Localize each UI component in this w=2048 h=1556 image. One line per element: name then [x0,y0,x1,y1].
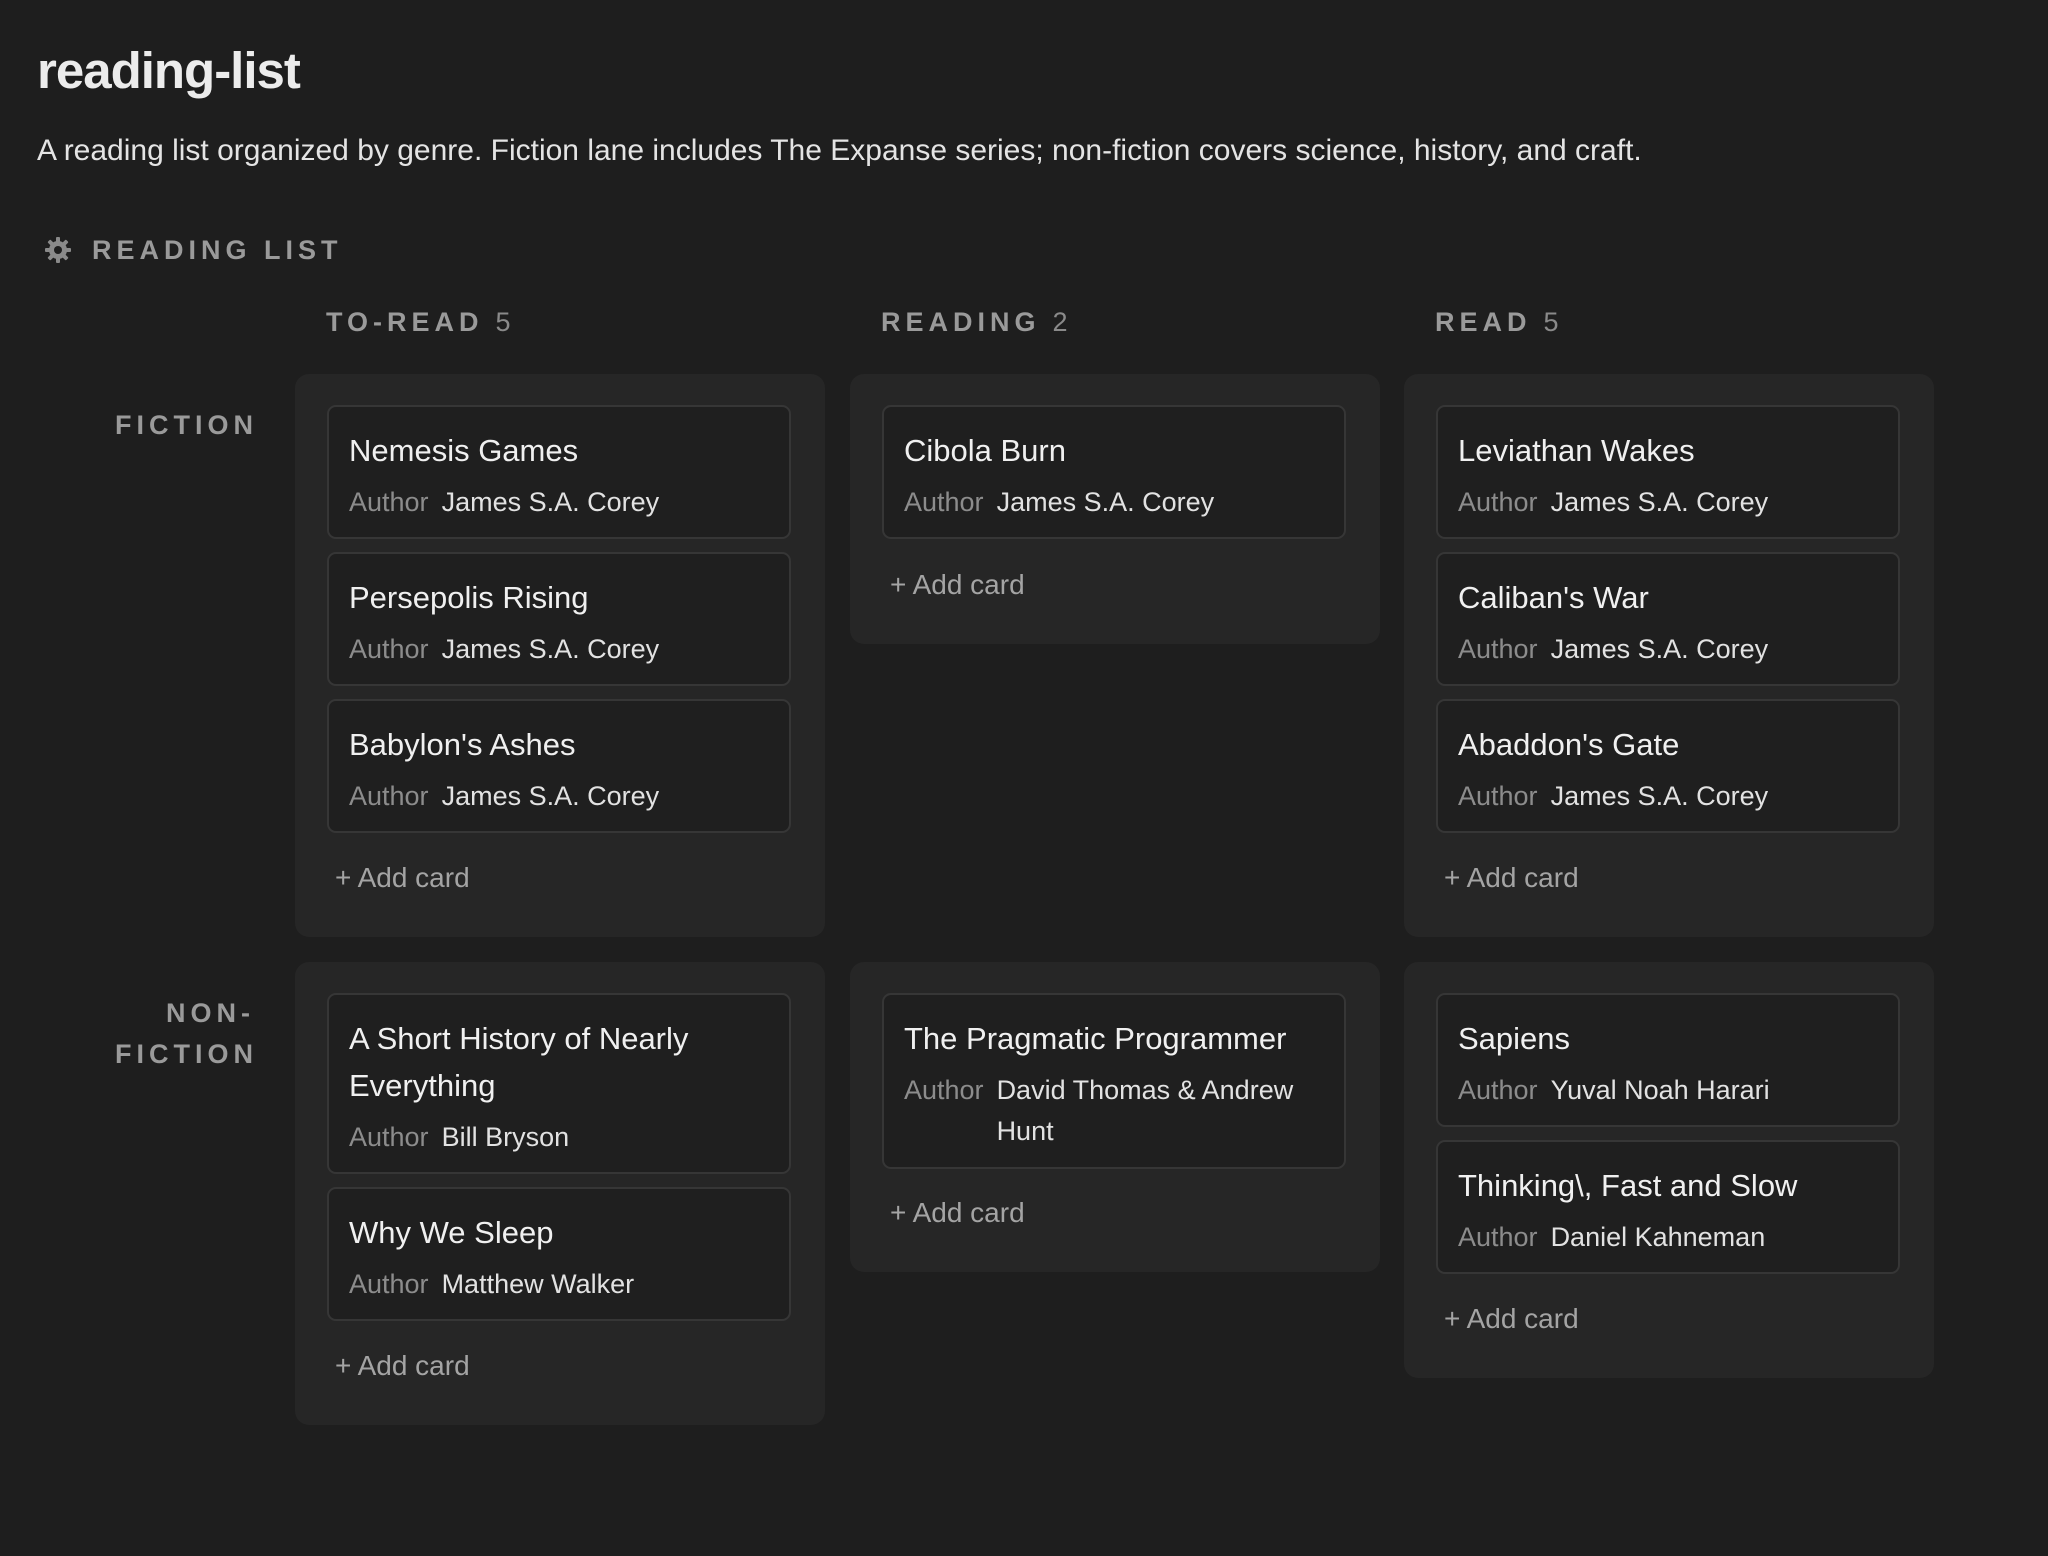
card[interactable]: Caliban's War Author James S.A. Corey [1436,552,1900,686]
row-label-line: NON- [166,998,255,1028]
card-title: Abaddon's Gate [1458,727,1680,762]
column-count: 5 [1543,306,1561,337]
card-title: The Pragmatic Programmer [904,1021,1287,1056]
page-title: reading-list [37,42,301,99]
card-title: Caliban's War [1458,580,1649,615]
card-title: Why We Sleep [349,1215,554,1250]
card-author-property: Author James S.A. Corey [904,482,1328,523]
card-title: A Short History of Nearly Everything [349,1021,689,1103]
cell-fiction-reading: Cibola Burn Author James S.A. Corey + Ad… [850,374,1380,644]
card-author-property: Author Daniel Kahneman [1458,1217,1882,1258]
property-label: Author [1458,1075,1538,1105]
add-card-button[interactable]: + Add card [335,858,470,898]
row-label-non-fiction: NON- FICTION [115,993,255,1075]
card[interactable]: Sapiens Author Yuval Noah Harari [1436,993,1900,1127]
property-label: Author [349,1122,429,1152]
author-value: James S.A. Corey [1550,634,1769,664]
card-title: Babylon's Ashes [349,727,576,762]
property-label: Author [1458,487,1538,517]
author-value: James S.A. Corey [441,487,660,517]
author-value: James S.A. Corey [441,781,660,811]
add-card-button[interactable]: + Add card [890,1193,1025,1233]
card-title: Leviathan Wakes [1458,433,1695,468]
author-value: James S.A. Corey [1550,781,1769,811]
property-label: Author [1458,634,1538,664]
card-author-property: Author James S.A. Corey [1458,482,1882,523]
author-value: Matthew Walker [441,1269,635,1299]
card[interactable]: Thinking\, Fast and Slow Author Daniel K… [1436,1140,1900,1274]
page-description: A reading list organized by genre. Ficti… [37,134,1642,167]
board-title: READING LIST [92,234,343,265]
property-label: Author [349,781,429,811]
card[interactable]: Leviathan Wakes Author James S.A. Corey [1436,405,1900,539]
property-label: Author [349,1269,429,1299]
card-author-property: Author Bill Bryson [349,1117,773,1158]
gear-icon[interactable] [44,236,72,264]
column-count: 5 [495,306,513,337]
property-label: Author [1458,781,1538,811]
card[interactable]: Why We Sleep Author Matthew Walker [327,1187,791,1321]
property-label: Author [904,1075,984,1105]
row-label-line: FICTION [115,410,258,440]
author-value: Yuval Noah Harari [1550,1075,1770,1105]
author-value: James S.A. Corey [1550,487,1769,517]
card-title: Cibola Burn [904,433,1066,468]
author-value: James S.A. Corey [996,487,1215,517]
card[interactable]: Babylon's Ashes Author James S.A. Corey [327,699,791,833]
card-author-property: Author James S.A. Corey [1458,776,1882,817]
card[interactable]: Abaddon's Gate Author James S.A. Corey [1436,699,1900,833]
cell-fiction-to-read: Nemesis Games Author James S.A. Corey Pe… [295,374,825,937]
cell-non-fiction-read: Sapiens Author Yuval Noah Harari Thinkin… [1404,962,1934,1378]
property-label: Author [904,487,984,517]
card[interactable]: A Short History of Nearly Everything Aut… [327,993,791,1174]
cell-non-fiction-to-read: A Short History of Nearly Everything Aut… [295,962,825,1425]
card[interactable]: Nemesis Games Author James S.A. Corey [327,405,791,539]
column-name: READING [881,306,1041,337]
property-label: Author [349,487,429,517]
card-author-property: Author Yuval Noah Harari [1458,1070,1882,1111]
property-label: Author [1458,1222,1538,1252]
card-author-property: Author James S.A. Corey [349,629,773,670]
column-header-read[interactable]: READ 5 [1435,300,1561,344]
column-header-reading[interactable]: READING 2 [881,300,1070,344]
column-header-to-read[interactable]: TO-READ 5 [326,300,513,344]
card-title: Persepolis Rising [349,580,589,615]
card[interactable]: The Pragmatic Programmer Author David Th… [882,993,1346,1169]
card[interactable]: Cibola Burn Author James S.A. Corey [882,405,1346,539]
card-author-property: Author James S.A. Corey [349,776,773,817]
card[interactable]: Persepolis Rising Author James S.A. Core… [327,552,791,686]
card-title: Nemesis Games [349,433,579,468]
card-title: Sapiens [1458,1021,1571,1056]
board-header: READING LIST [44,228,343,272]
author-value: Bill Bryson [441,1122,570,1152]
property-label: Author [349,634,429,664]
column-name: TO-READ [326,306,484,337]
row-label-fiction: FICTION [115,405,255,446]
author-value: David Thomas & Andrew Hunt [996,1075,1294,1146]
cell-fiction-read: Leviathan Wakes Author James S.A. Corey … [1404,374,1934,937]
add-card-button[interactable]: + Add card [1444,858,1579,898]
add-card-button[interactable]: + Add card [335,1346,470,1386]
author-value: James S.A. Corey [441,634,660,664]
cell-non-fiction-reading: The Pragmatic Programmer Author David Th… [850,962,1380,1272]
card-author-property: Author James S.A. Corey [349,482,773,523]
card-title: Thinking\, Fast and Slow [1458,1168,1798,1203]
add-card-button[interactable]: + Add card [1444,1299,1579,1339]
card-author-property: Author David Thomas & Andrew Hunt [904,1070,1328,1152]
card-author-property: Author James S.A. Corey [1458,629,1882,670]
column-name: READ [1435,306,1532,337]
add-card-button[interactable]: + Add card [890,565,1025,605]
author-value: Daniel Kahneman [1550,1222,1766,1252]
column-count: 2 [1052,306,1070,337]
row-label-line: FICTION [115,1039,258,1069]
card-author-property: Author Matthew Walker [349,1264,773,1305]
